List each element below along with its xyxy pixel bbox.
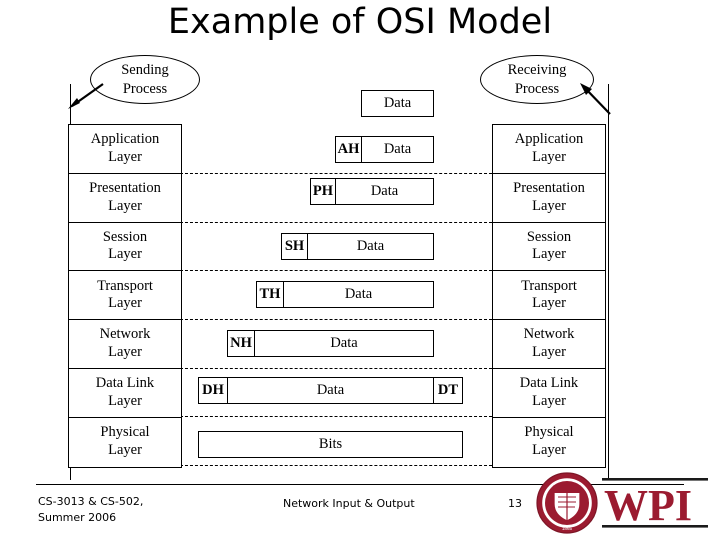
slide-canvas: Example of OSI Model Sending Process Rec… [0, 0, 720, 540]
layer-label-line1: Data Link [519, 375, 579, 392]
layer-label-line2: Layer [108, 246, 142, 263]
layer-label-line1: Session [526, 228, 572, 245]
pdu-header-ph: PH [311, 179, 336, 204]
pdu-header-ah: AH [336, 137, 362, 162]
receiving-layer-presentation[interactable]: Presentation Layer [493, 174, 605, 223]
footer-page-number: 13 [508, 497, 522, 510]
layer-label-line2: Layer [532, 344, 566, 361]
layer-label-line2: Layer [532, 197, 566, 214]
page-title: Example of OSI Model [167, 2, 553, 42]
footer-course-line1: CS-3013 & CS-502, [38, 495, 144, 508]
pdu-payload-label: Data [344, 286, 373, 302]
pdu-datalink: DH Data DT [198, 377, 463, 404]
svg-text:1865: 1865 [562, 526, 573, 531]
footer-course-info: CS-3013 & CS-502, Summer 2006 [38, 494, 143, 526]
pdu-trailer-dt: DT [433, 378, 462, 403]
peer-separator-network [180, 368, 492, 369]
pdu-payload-label: Bits [318, 436, 343, 452]
layer-label-line2: Layer [108, 295, 142, 312]
sending-process-label-line2: Process [122, 80, 168, 97]
receiving-layer-stack: Application Layer Presentation Layer Ses… [492, 124, 606, 468]
layer-label-line1: Presentation [513, 180, 585, 196]
peer-separator-datalink [180, 416, 492, 417]
layer-label-line2: Layer [532, 392, 566, 409]
sending-layer-session[interactable]: Session Layer [69, 223, 181, 272]
peer-separator-physical [180, 465, 492, 466]
peer-separator-session [180, 270, 492, 271]
sending-process-label-line1: Sending [121, 62, 169, 79]
pdu-data-raw: Data [361, 90, 434, 117]
layer-label-line1: Transport [97, 277, 153, 294]
layer-label-line2: Layer [108, 148, 142, 165]
sending-layer-presentation[interactable]: Presentation Layer [69, 174, 181, 223]
pdu-payload-label: Data [383, 95, 412, 111]
receiving-layer-network[interactable]: Network Layer [493, 320, 605, 369]
pdu-payload-label: Data [370, 183, 399, 199]
layer-label-line1: Network [99, 326, 151, 343]
sending-layer-application[interactable]: Application Layer [69, 125, 181, 174]
footer-course-line2: Summer 2006 [38, 510, 117, 524]
layer-label-line2: Layer [532, 295, 566, 312]
layer-label-line2: Layer [108, 392, 142, 409]
layer-label-line2: Layer [532, 246, 566, 263]
peer-separator-application [180, 173, 492, 174]
layer-label-line1: Physical [524, 424, 574, 441]
sending-layer-physical[interactable]: Physical Layer [69, 418, 181, 467]
pdu-network: NH Data [227, 330, 434, 357]
receiving-process-label-line2: Process [514, 80, 560, 97]
receiving-layer-physical[interactable]: Physical Layer [493, 418, 605, 467]
layer-label-line1: Physical [100, 424, 150, 441]
wpi-seal-icon: 1865 [536, 472, 598, 534]
pdu-header-dh: DH [199, 378, 228, 403]
layer-label-line1: Presentation [89, 180, 161, 196]
pdu-transport: TH Data [256, 281, 434, 308]
sending-layer-transport[interactable]: Transport Layer [69, 271, 181, 321]
receiving-layer-session[interactable]: Session Layer [493, 223, 605, 272]
sending-process-arrow-icon [68, 83, 104, 109]
sending-layer-stack: Application Layer Presentation Layer Ses… [68, 124, 182, 468]
pdu-payload-label: Data [383, 141, 412, 157]
receiving-process-label-line1: Receiving [507, 62, 567, 79]
pdu-payload-label: Data [356, 238, 385, 254]
pdu-header-sh: SH [282, 234, 308, 259]
layer-label-line1: Session [102, 228, 148, 245]
pdu-application: AH Data [335, 136, 434, 163]
pdu-physical-bits: Bits [198, 431, 463, 458]
wpi-wordmark: WPI [604, 481, 692, 530]
receiving-layer-application[interactable]: Application Layer [493, 125, 605, 174]
layer-label-line2: Layer [108, 442, 142, 459]
pdu-session: SH Data [281, 233, 434, 260]
receiving-stack-connector [608, 84, 609, 480]
layer-label-line1: Network [523, 326, 575, 343]
sending-layer-datalink[interactable]: Data Link Layer [69, 369, 181, 418]
layer-label-line2: Layer [108, 344, 142, 361]
layer-label-line2: Layer [532, 442, 566, 459]
receiving-layer-datalink[interactable]: Data Link Layer [493, 369, 605, 418]
layer-label-line1: Application [514, 131, 584, 148]
pdu-payload-label: Data [330, 335, 358, 351]
pdu-presentation: PH Data [310, 178, 434, 205]
layer-label-line1: Data Link [95, 375, 155, 392]
pdu-header-nh: NH [228, 331, 255, 356]
sending-layer-network[interactable]: Network Layer [69, 320, 181, 369]
receiving-layer-transport[interactable]: Transport Layer [493, 271, 605, 321]
footer-topic: Network Input & Output [283, 497, 415, 510]
receiving-process-arrow-icon [580, 83, 611, 115]
layer-label-line1: Transport [521, 277, 577, 294]
wpi-logo: 1865 WPI [536, 472, 708, 534]
peer-separator-transport [180, 319, 492, 320]
layer-label-line1: Application [90, 131, 160, 148]
layer-label-line2: Layer [532, 148, 566, 165]
pdu-header-th: TH [257, 282, 284, 307]
peer-separator-presentation [180, 222, 492, 223]
layer-label-line2: Layer [108, 197, 142, 214]
pdu-payload-label: Data [316, 382, 345, 398]
